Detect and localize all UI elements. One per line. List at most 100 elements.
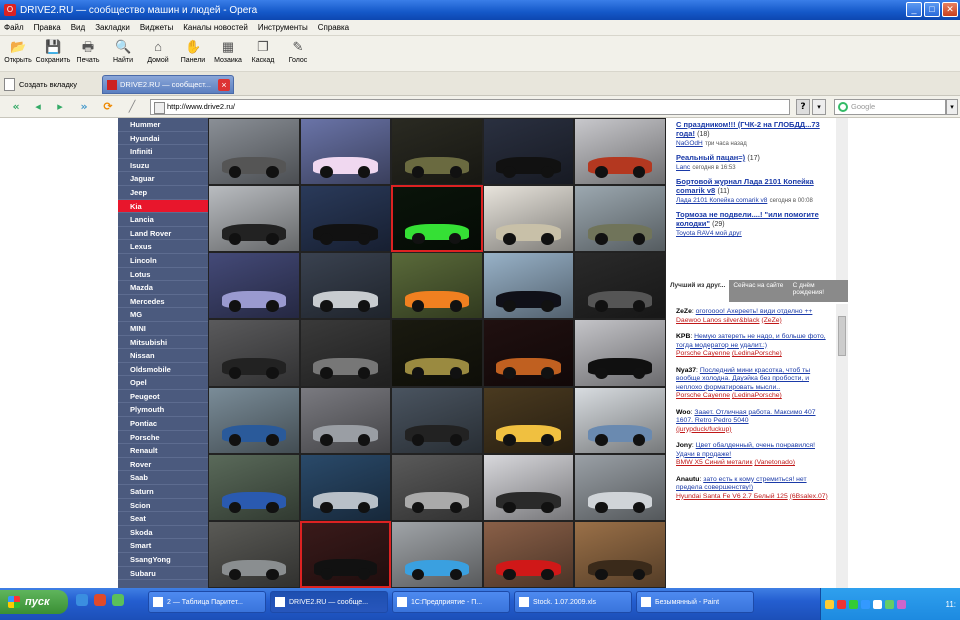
toolbar-button-save[interactable]: 💾 Сохранить	[36, 36, 71, 64]
taskbar-task-button[interactable]: DRIVE2.RU — сообще...	[270, 591, 388, 613]
car-photo-tile[interactable]	[208, 520, 300, 588]
news-author-link[interactable]: NaGOdH	[676, 140, 703, 147]
menu-item[interactable]: Справка	[318, 23, 349, 32]
menu-item[interactable]: Инструменты	[258, 23, 308, 32]
fast-forward-icon[interactable]: »	[76, 100, 92, 114]
brand-link[interactable]: Lincoln	[118, 254, 208, 268]
brand-link[interactable]: Hyundai	[118, 132, 208, 146]
taskbar-task-button[interactable]: 1С:Предприятие - П...	[392, 591, 510, 613]
car-photo-tile[interactable]	[208, 453, 300, 521]
brand-link[interactable]: Isuzu	[118, 159, 208, 173]
brand-link[interactable]: Nissan	[118, 349, 208, 363]
news-author-link[interactable]: Lanc	[676, 164, 690, 171]
brand-link[interactable]: Mazda	[118, 281, 208, 295]
car-photo-tile[interactable]	[208, 185, 300, 253]
comment-text-link[interactable]: Немую затереть не надо, и больше фото, т…	[676, 333, 826, 349]
tray-icon[interactable]	[873, 599, 882, 609]
quicklaunch-opera-icon[interactable]	[94, 594, 106, 606]
car-photo-tile[interactable]	[482, 386, 575, 454]
car-photo-tile[interactable]	[574, 252, 666, 320]
car-photo-tile[interactable]	[299, 185, 392, 253]
brand-link[interactable]: Mercedes	[118, 295, 208, 309]
car-photo-tile[interactable]	[299, 118, 392, 186]
tab-active[interactable]: DRIVE2.RU — сообщест... ×	[102, 75, 234, 94]
comment-author-link[interactable]: (jurypduck/fuckup)	[676, 426, 732, 433]
comment-car-link[interactable]: Porsche Cayenne	[676, 350, 730, 357]
car-photo-tile[interactable]	[482, 185, 575, 253]
car-photo-tile[interactable]	[574, 319, 666, 387]
toolbar-button-voice[interactable]: ✎ Голос	[282, 36, 314, 64]
help-button[interactable]: ?	[796, 99, 810, 115]
toolbar-button-home[interactable]: ⌂ Домой	[142, 36, 174, 64]
car-photo-tile[interactable]	[391, 453, 483, 521]
car-photo-tile[interactable]	[391, 520, 483, 588]
comment-author-link[interactable]: (Vanetonado)	[754, 459, 795, 466]
back-icon[interactable]: «	[8, 100, 24, 114]
brand-link[interactable]: Renault	[118, 444, 208, 458]
brand-link[interactable]: MG	[118, 308, 208, 322]
toolbar-button-tile[interactable]: ▦ Мозаика	[212, 36, 244, 64]
car-photo-tile[interactable]	[482, 252, 575, 320]
brand-link[interactable]: Kia	[118, 199, 208, 214]
comments-scrollbar[interactable]	[836, 304, 848, 588]
taskbar-task-button[interactable]: Stock. 1.07.2009.xls	[514, 591, 632, 613]
news-title-link[interactable]: Реальный пацан=)	[676, 153, 745, 162]
brand-link[interactable]: Infiniti	[118, 145, 208, 159]
tray-icon[interactable]	[837, 599, 846, 609]
car-photo-tile[interactable]	[208, 386, 300, 454]
car-photo-tile[interactable]	[574, 453, 666, 521]
quicklaunch-refresh-icon[interactable]	[112, 594, 124, 606]
toolbar-button-panels[interactable]: ✋ Панели	[177, 36, 209, 64]
brand-link[interactable]: Pontiac	[118, 417, 208, 431]
brand-link[interactable]: Land Rover	[118, 227, 208, 241]
scroll-thumb[interactable]	[838, 316, 846, 356]
brand-link[interactable]: Seat	[118, 512, 208, 526]
car-photo-tile[interactable]	[391, 386, 483, 454]
car-photo-tile[interactable]	[574, 118, 666, 186]
car-photo-tile[interactable]	[574, 185, 666, 253]
brand-link[interactable]: Mitsubishi	[118, 336, 208, 350]
taskbar-task-button[interactable]: 2 — Таблица Паритет...	[148, 591, 266, 613]
close-window-button[interactable]: ✕	[942, 2, 958, 17]
tab-birthdays[interactable]: С днём рождения!	[788, 280, 848, 302]
brand-link[interactable]: Oldsmobile	[118, 363, 208, 377]
car-photo-tile[interactable]	[391, 185, 483, 253]
news-title-link[interactable]: Бортовой журнал Лада 2101 Копейка comari…	[676, 177, 814, 195]
brand-link[interactable]: MINI	[118, 322, 208, 336]
comment-text-link[interactable]: Последний мини красотка, чтоб ты вообще …	[676, 367, 810, 391]
comment-author-link[interactable]: (LedinaPorsche)	[732, 350, 782, 357]
news-subject-link[interactable]: Лада 2101 Копейка comarik v8	[676, 197, 767, 204]
tab-online-now[interactable]: Сейчас на сайте	[729, 280, 789, 302]
search-engine-dropdown-button[interactable]: ▾	[946, 99, 958, 115]
quicklaunch-ie-icon[interactable]	[76, 594, 88, 606]
news-subject-link[interactable]: Toyota RAV4 мой друг	[676, 230, 742, 237]
comment-user[interactable]: Jony	[676, 442, 692, 449]
url-input[interactable]: http://www.drive2.ru/	[150, 99, 790, 115]
tray-icon[interactable]	[861, 599, 870, 609]
comment-user[interactable]: Anautu	[676, 476, 699, 483]
car-photo-tile[interactable]	[299, 520, 392, 588]
tray-icon[interactable]	[849, 599, 858, 609]
brand-link[interactable]: Opel	[118, 376, 208, 390]
comment-text-link[interactable]: Цвет обалденный, очень понравился! Удачи…	[676, 442, 815, 458]
car-photo-tile[interactable]	[299, 453, 392, 521]
comment-author-link[interactable]: (LedinaPorsche)	[732, 392, 782, 399]
brand-link[interactable]: Subaru	[118, 567, 208, 581]
brand-link[interactable]: Porsche	[118, 431, 208, 445]
tab-best-friends[interactable]: Лучший из друг...	[666, 280, 730, 302]
taskbar-task-button[interactable]: Безымянный - Paint	[636, 591, 754, 613]
close-tab-icon[interactable]: ×	[218, 79, 230, 91]
toolbar-button-cascade[interactable]: ❐ Каскад	[247, 36, 279, 64]
menu-item[interactable]: Файл	[4, 23, 24, 32]
car-photo-tile[interactable]	[391, 118, 483, 186]
brand-link[interactable]: Lexus	[118, 240, 208, 254]
car-photo-tile[interactable]	[391, 319, 483, 387]
reload-icon[interactable]: ⟳	[100, 100, 116, 114]
brand-link[interactable]: Hummer	[118, 118, 208, 132]
comment-text-link[interactable]: огогоооо! Ахерееть! види отделно ++	[696, 308, 813, 315]
car-photo-tile[interactable]	[482, 520, 575, 588]
menu-item[interactable]: Правка	[34, 23, 61, 32]
brand-link[interactable]: Jaguar	[118, 172, 208, 186]
brand-link[interactable]: Jeep	[118, 186, 208, 200]
comment-user[interactable]: KPB	[676, 333, 690, 340]
